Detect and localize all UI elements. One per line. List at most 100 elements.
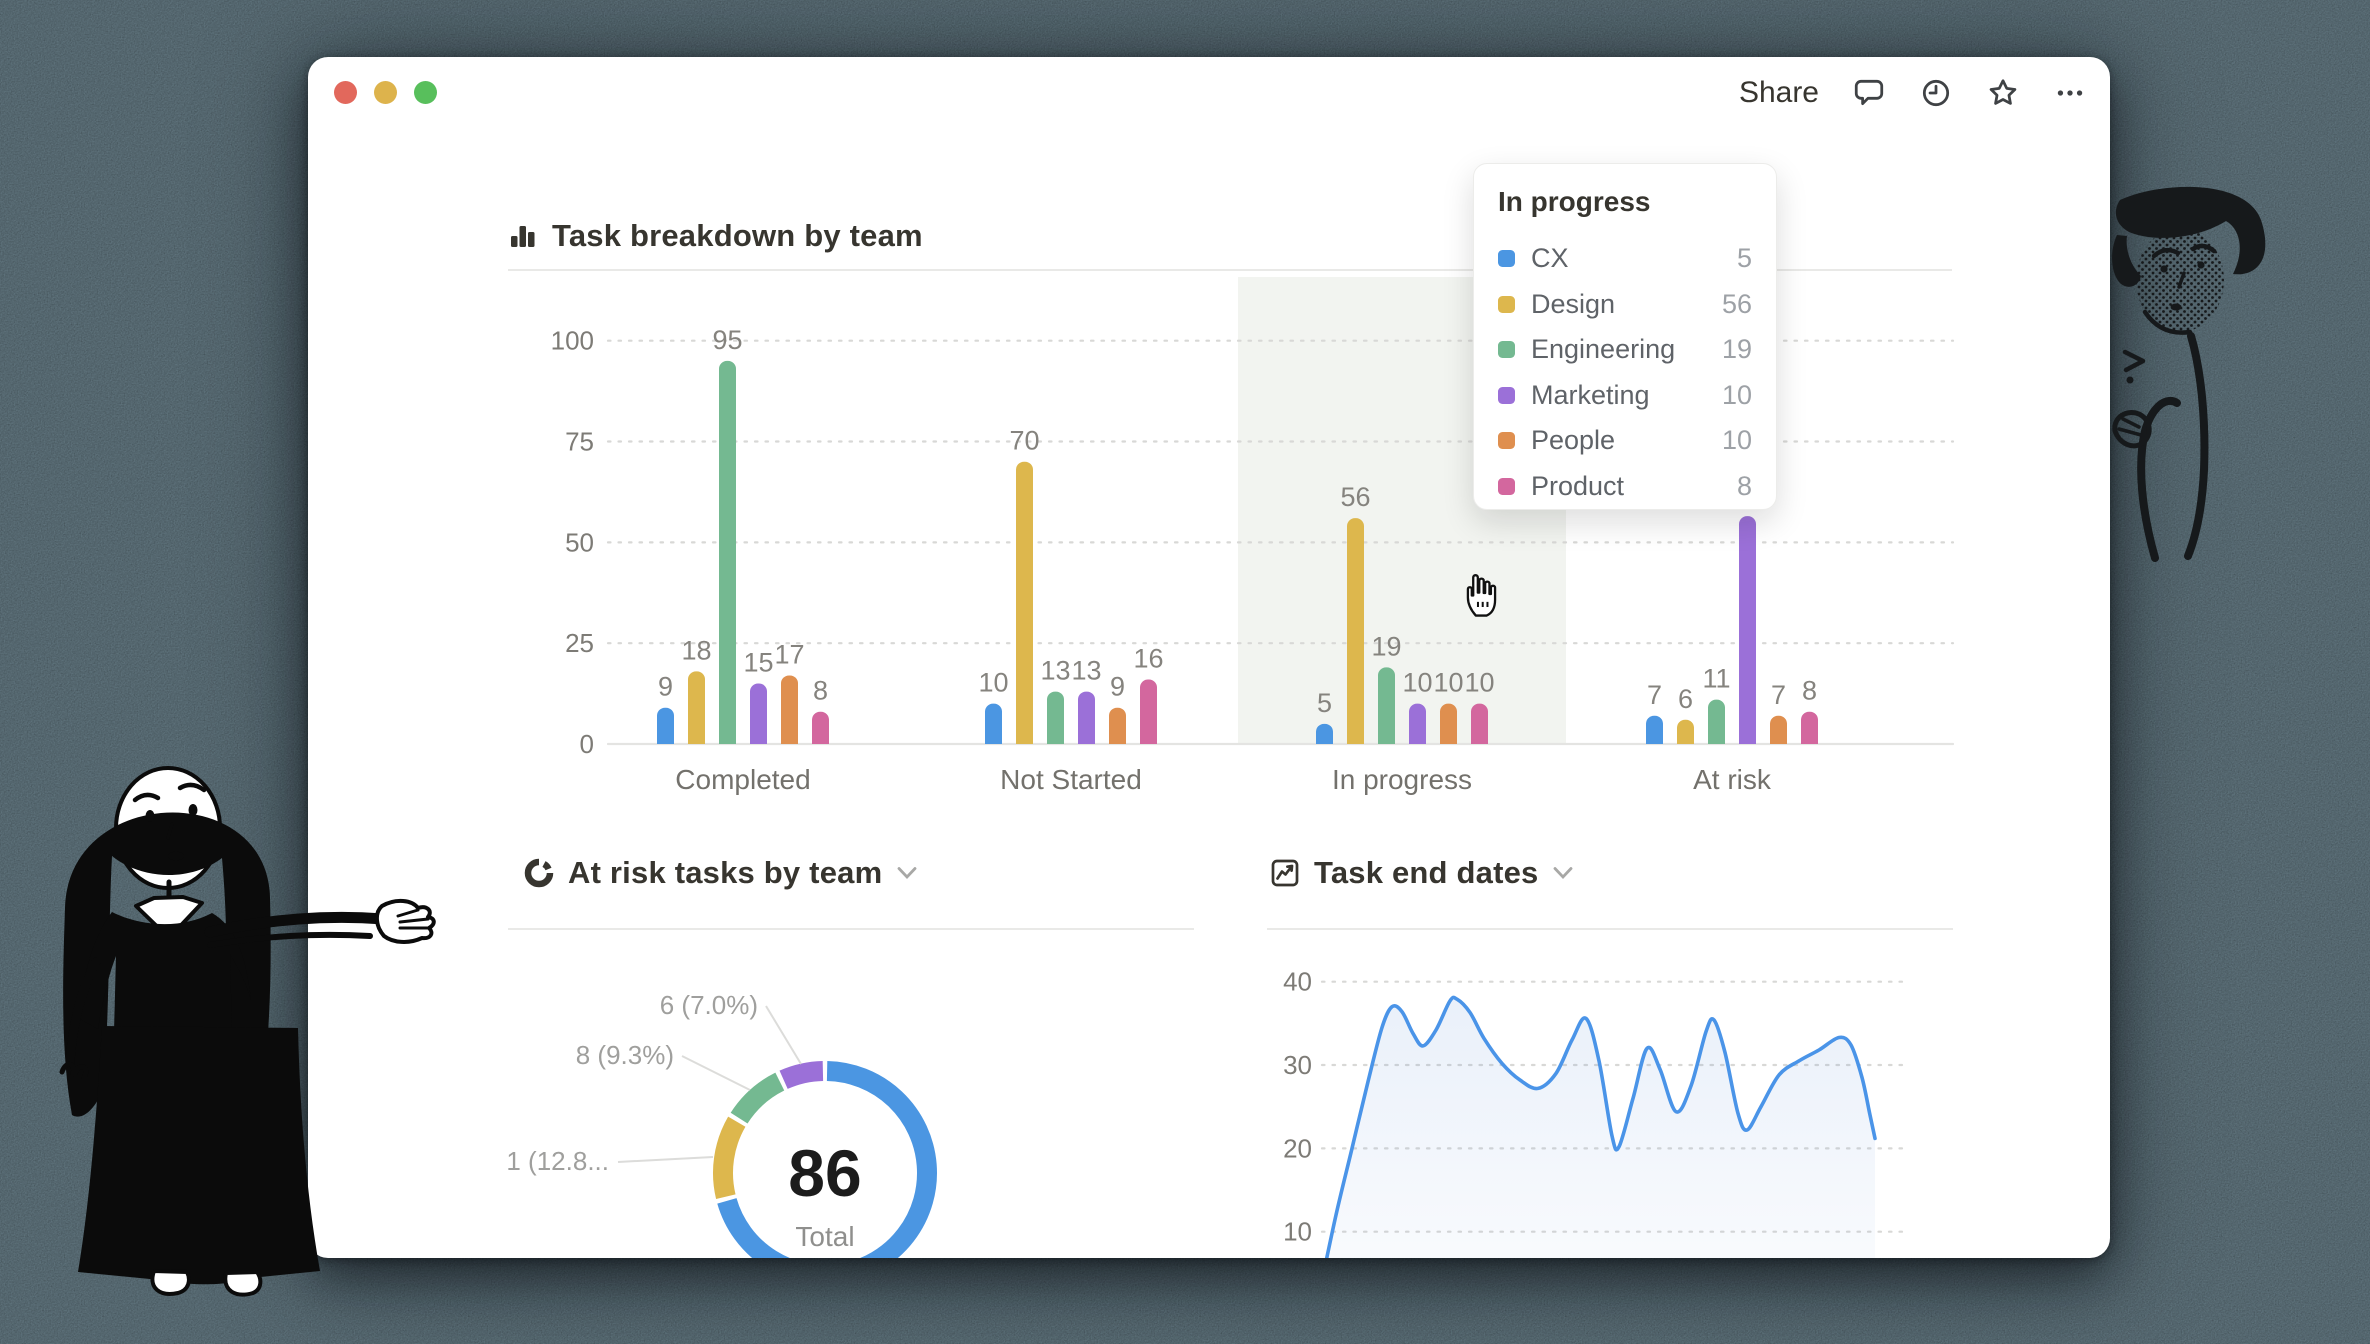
y-axis-tick-label: 0	[580, 729, 594, 759]
bar[interactable]	[781, 675, 798, 744]
tooltip-series-value: 10	[1722, 425, 1752, 456]
desktop-background: Share Task breakdown by team 02550751009…	[0, 0, 2370, 1344]
line-chart-icon	[1270, 858, 1300, 888]
share-button[interactable]: Share	[1739, 76, 1819, 110]
clock-icon[interactable]	[1919, 76, 1953, 110]
bar-value-label: 9	[1110, 672, 1125, 702]
window-header-actions: Share	[1739, 72, 2087, 114]
bar-base	[812, 734, 829, 744]
bar-value-label: 19	[1371, 631, 1401, 661]
y-axis-tick-label: 30	[1283, 1050, 1312, 1080]
bar[interactable]	[688, 671, 705, 744]
at-risk-donut-chart: 6 (7.0%) 8 (9.3%) 11 (12.8... 86 Total	[508, 940, 1208, 1258]
bar-value-label: 15	[743, 648, 773, 678]
bar-base	[657, 734, 674, 744]
bar-value-label: 8	[813, 676, 828, 706]
line-chart-header[interactable]: Task end dates	[1270, 855, 1574, 891]
bar-value-label: 6	[1678, 684, 1693, 714]
tooltip-rows: CX5Design56Engineering19Marketing10Peopl…	[1498, 236, 1752, 509]
bar-value-label: 95	[712, 325, 742, 355]
donut-slice[interactable]	[723, 1122, 737, 1197]
bar-value-label: 16	[1133, 643, 1163, 673]
bar-value-label: 17	[774, 639, 804, 669]
close-window-button[interactable]	[334, 81, 357, 104]
y-axis-tick-label: 40	[1283, 967, 1312, 997]
category-label: At risk	[1693, 764, 1772, 795]
zoom-window-button[interactable]	[414, 81, 437, 104]
task-end-dates-area-chart: 40302010	[1267, 940, 1960, 1258]
tooltip-series-label: Engineering	[1531, 334, 1706, 365]
line-chart-title: Task end dates	[1314, 855, 1538, 891]
bar-base	[1378, 734, 1395, 744]
bar[interactable]	[719, 361, 736, 744]
chevron-down-icon	[1552, 866, 1574, 880]
bar-value-label: 5	[1317, 688, 1332, 718]
donut-slice[interactable]	[784, 1071, 823, 1080]
donut-center-value: 86	[788, 1136, 861, 1210]
y-axis-tick-label: 50	[565, 527, 594, 557]
comment-icon[interactable]	[1852, 76, 1886, 110]
y-axis-tick-label: 20	[1283, 1133, 1312, 1163]
category-label: In progress	[1332, 764, 1472, 795]
donut-chart-header[interactable]: At risk tasks by team	[524, 855, 918, 891]
bar-base	[1016, 734, 1033, 744]
bar-base	[1739, 734, 1756, 744]
area-fill	[1320, 997, 1875, 1258]
bar-base	[1347, 734, 1364, 744]
bar-base	[1708, 734, 1725, 744]
tooltip-row: Marketing 10	[1498, 373, 1752, 419]
tooltip-series-label: Marketing	[1531, 380, 1706, 411]
y-axis-tick-label: 100	[551, 326, 594, 356]
tooltip-series-value: 5	[1737, 243, 1752, 274]
tooltip-series-value: 10	[1722, 380, 1752, 411]
tooltip-title: In progress	[1498, 186, 1752, 218]
star-icon[interactable]	[1986, 76, 2020, 110]
bar-value-label: 7	[1647, 680, 1662, 710]
bar-value-label: 13	[1071, 656, 1101, 686]
series-color-chip	[1498, 478, 1515, 495]
bar-value-label: 8	[1802, 676, 1817, 706]
bar-base	[1409, 734, 1426, 744]
tooltip-series-value: 19	[1722, 334, 1752, 365]
callout-leader-line	[766, 1006, 801, 1064]
series-color-chip	[1498, 432, 1515, 449]
bar-base	[1078, 734, 1095, 744]
bar-value-label: 56	[1340, 482, 1370, 512]
tooltip-row: People 10	[1498, 418, 1752, 464]
bar-value-label: 10	[1433, 668, 1463, 698]
donut-callout-label: 8 (9.3%)	[576, 1040, 674, 1070]
bar[interactable]	[1378, 667, 1395, 744]
chart-tooltip: In progress CX5Design56 Engineering 19 Mark…	[1473, 163, 1777, 510]
bar[interactable]	[1347, 518, 1364, 744]
donut-callout-label: 6 (7.0%)	[660, 990, 758, 1020]
tooltip-row: Engineering 19	[1498, 327, 1752, 373]
donut-callout-label: 11 (12.8...	[508, 1146, 609, 1176]
tooltip-series-label: People	[1531, 425, 1706, 456]
bar-chart-title: Task breakdown by team	[552, 218, 923, 254]
tooltip-row: Design56	[1498, 282, 1752, 328]
bar-value-label: 70	[1009, 426, 1039, 456]
bar-base	[1140, 734, 1157, 744]
bar-base	[1316, 734, 1333, 744]
bar-value-label: 18	[681, 635, 711, 665]
bar-value-label: 10	[1402, 668, 1432, 698]
tooltip-series-label: Product	[1531, 471, 1721, 502]
person-thinking-doodle	[2095, 180, 2370, 580]
chevron-down-icon	[896, 866, 918, 880]
bar-base	[688, 734, 705, 744]
tooltip-series-label: Design	[1531, 289, 1706, 320]
bar-base	[1677, 734, 1694, 744]
more-icon[interactable]	[2053, 76, 2087, 110]
series-color-chip	[1498, 250, 1515, 267]
bar-base	[1047, 734, 1064, 744]
bar-base	[1440, 734, 1457, 744]
donut-center-label: Total	[795, 1221, 854, 1252]
bar-chart-header[interactable]: Task breakdown by team	[508, 218, 923, 254]
minimize-window-button[interactable]	[374, 81, 397, 104]
bar[interactable]	[1016, 462, 1033, 744]
divider	[508, 928, 1194, 930]
donut-chart-title: At risk tasks by team	[568, 855, 882, 891]
bar[interactable]	[1739, 516, 1756, 744]
tooltip-row: CX5	[1498, 236, 1752, 282]
bar-value-label: 10	[978, 668, 1008, 698]
